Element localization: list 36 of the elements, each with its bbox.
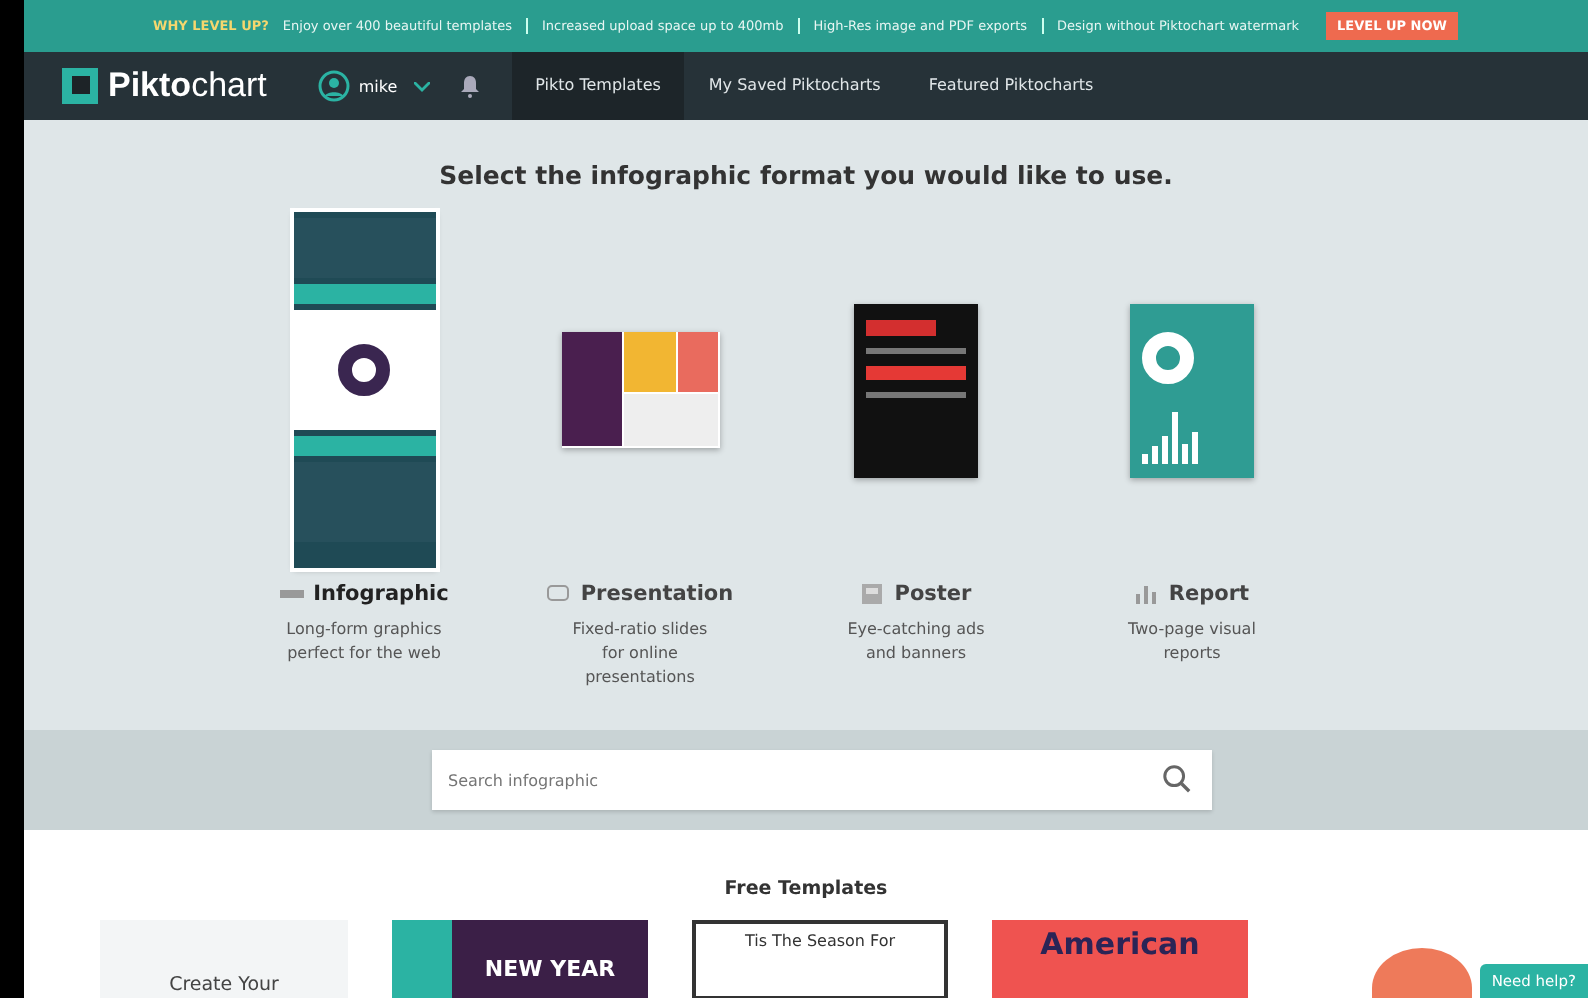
monitor-icon	[546, 584, 571, 604]
format-title[interactable]: Poster	[894, 582, 972, 606]
template-card[interactable]: American	[992, 920, 1248, 998]
format-title[interactable]: Presentation	[580, 582, 734, 606]
user-name[interactable]: mike	[358, 77, 398, 95]
image-icon	[860, 584, 885, 604]
nav-link[interactable]: Featured Piktocharts	[904, 52, 1118, 120]
nav-link[interactable]: Pikto Templates	[511, 52, 685, 120]
template-card[interactable]: NEW YEAR	[392, 920, 648, 998]
poster-preview[interactable]	[854, 303, 978, 477]
format-description: Long-form graphics perfect for the web	[284, 618, 444, 666]
format-description: Two-page visual reports	[1126, 618, 1258, 666]
format-description: Fixed-ratio slides for online presentations	[570, 618, 710, 690]
search-field[interactable]: Search infographic	[432, 750, 1212, 810]
template-title: NEW YEAR	[484, 956, 616, 982]
template-title: American	[1040, 926, 1200, 966]
page-heading: Select the infographic format you would like to use.	[439, 160, 1173, 190]
create-card[interactable]: Create Your	[100, 920, 348, 998]
caret-icon[interactable]	[413, 81, 430, 91]
format-title[interactable]: Report	[1168, 582, 1250, 606]
nav-link[interactable]: My Saved Piktocharts	[684, 52, 905, 120]
format-title[interactable]: Infographic	[313, 582, 449, 606]
infographic-preview[interactable]	[293, 212, 435, 568]
logo-icon	[60, 66, 100, 106]
template-card[interactable]: Tis The Season For	[692, 920, 948, 998]
search-icon[interactable]	[1162, 764, 1192, 794]
template-title: Tis The Season For	[744, 932, 896, 954]
report-preview[interactable]	[1130, 303, 1254, 477]
user-icon[interactable]	[318, 70, 351, 102]
bar-chart-icon	[1134, 584, 1159, 604]
format-description: Eye-catching ads and banners	[845, 618, 987, 666]
logo[interactable]: Piktochart	[108, 66, 267, 106]
presentation-preview[interactable]	[561, 332, 719, 448]
section-title: Free Templates	[724, 878, 888, 900]
bell-icon[interactable]	[459, 74, 480, 98]
create-label: Create Your	[169, 974, 279, 996]
